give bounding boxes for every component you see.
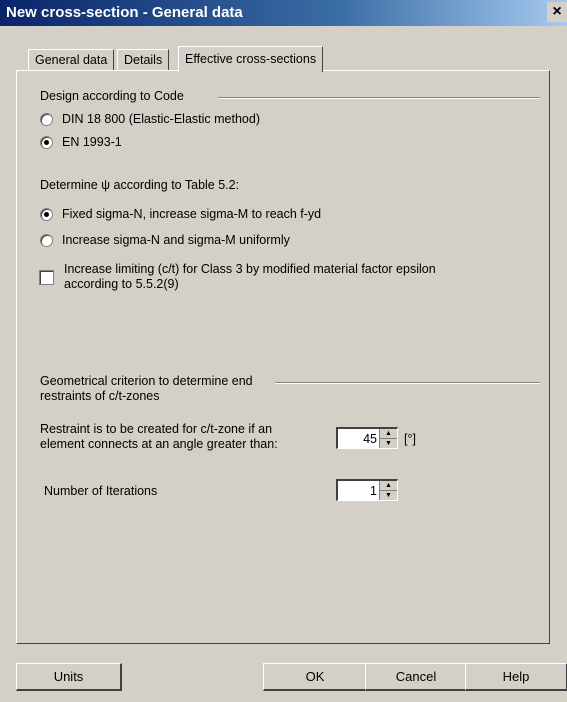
tab-label: Details bbox=[124, 53, 163, 67]
angle-unit: [°] bbox=[404, 432, 416, 446]
spin-up-icon[interactable]: ▲ bbox=[380, 481, 397, 491]
group-divider bbox=[275, 382, 540, 384]
radio-din-18800[interactable]: DIN 18 800 (Elastic-Elastic method) bbox=[40, 112, 260, 126]
radio-label: EN 1993-1 bbox=[62, 135, 122, 149]
close-button[interactable]: × bbox=[547, 2, 567, 22]
tab-panel bbox=[16, 70, 550, 644]
radio-increase-uniformly[interactable]: Increase sigma-N and sigma-M uniformly bbox=[40, 233, 290, 247]
radio-label: Fixed sigma-N, increase sigma-M to reach… bbox=[62, 207, 322, 221]
checkbox-label-line-2: according to 5.5.2(9) bbox=[64, 277, 179, 291]
checkbox-label-line-1: Increase limiting (c/t) for Class 3 by m… bbox=[64, 262, 436, 276]
radio-button[interactable] bbox=[40, 135, 53, 149]
spinner-buttons[interactable]: ▲ ▼ bbox=[379, 429, 397, 448]
tab-effective-cross-sections[interactable]: Effective cross-sections bbox=[178, 46, 324, 72]
ok-button[interactable]: OK bbox=[263, 663, 368, 691]
radio-en-1993-1[interactable]: EN 1993-1 bbox=[40, 135, 122, 149]
tab-general-data[interactable]: General data bbox=[28, 49, 115, 71]
radio-button[interactable] bbox=[40, 207, 53, 221]
help-button[interactable]: Help bbox=[465, 663, 567, 691]
iterations-spinner[interactable]: 1 ▲ ▼ bbox=[336, 479, 398, 501]
tab-details[interactable]: Details bbox=[117, 49, 170, 71]
psi-label: Determine ψ according to Table 5.2: bbox=[40, 178, 240, 192]
title-bar: New cross-section - General data × bbox=[0, 0, 567, 26]
window-title: New cross-section - General data bbox=[6, 4, 243, 21]
radio-label: Increase sigma-N and sigma-M uniformly bbox=[62, 233, 290, 247]
increase-limiting-checkbox[interactable] bbox=[39, 270, 54, 285]
radio-button[interactable] bbox=[40, 112, 53, 126]
units-button[interactable]: Units bbox=[16, 663, 122, 691]
radio-button[interactable] bbox=[40, 233, 53, 247]
iterations-label: Number of Iterations bbox=[44, 484, 158, 498]
radio-fixed-sigma-n[interactable]: Fixed sigma-N, increase sigma-M to reach… bbox=[40, 207, 321, 221]
tab-label: Effective cross-sections bbox=[185, 52, 317, 66]
spinner-buttons[interactable]: ▲ ▼ bbox=[379, 481, 397, 500]
tab-label: General data bbox=[35, 53, 108, 67]
spin-up-icon[interactable]: ▲ bbox=[380, 429, 397, 439]
angle-value: 45 bbox=[363, 432, 377, 446]
geometry-group-label-line-1: Geometrical criterion to determine end bbox=[40, 374, 253, 388]
spin-down-icon[interactable]: ▼ bbox=[380, 439, 397, 448]
group-divider bbox=[218, 97, 540, 99]
radio-label: DIN 18 800 (Elastic-Elastic method) bbox=[62, 112, 260, 126]
angle-spinner[interactable]: 45 ▲ ▼ bbox=[336, 427, 398, 449]
design-code-group-label: Design according to Code bbox=[40, 89, 184, 103]
geometry-group-label-line-2: restraints of c/t-zones bbox=[40, 389, 160, 403]
restraint-label-line-1: Restraint is to be created for c/t-zone … bbox=[40, 422, 273, 436]
iterations-value: 1 bbox=[370, 484, 377, 498]
spin-down-icon[interactable]: ▼ bbox=[380, 491, 397, 500]
restraint-label-line-2: element connects at an angle greater tha… bbox=[40, 437, 278, 451]
cancel-button[interactable]: Cancel bbox=[365, 663, 468, 691]
